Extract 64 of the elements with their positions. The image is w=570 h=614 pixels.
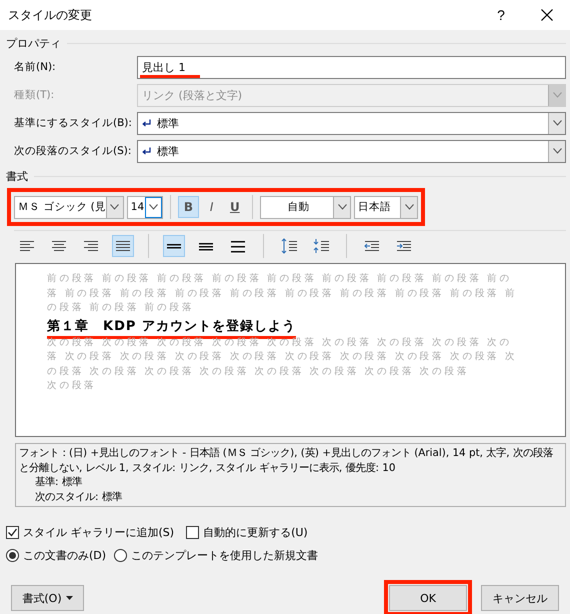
font-dropdown[interactable]: ＭＳ ゴシック (見	[14, 196, 124, 218]
chevron-down-icon	[338, 204, 347, 210]
dropdown-field[interactable]: 標準	[137, 140, 566, 162]
section-label: プロパティ	[6, 36, 61, 51]
ok-button[interactable]: OK	[389, 585, 467, 611]
preview-heading: 第１章 KDP アカウントを登録しよう	[47, 316, 296, 338]
caret-icon	[66, 596, 73, 600]
justify-button[interactable]	[112, 235, 134, 257]
chevron-down-icon	[404, 204, 414, 210]
sample-text: 次の段落	[47, 379, 98, 393]
checkbox-label: スタイル ギャラリーに追加(S)	[23, 524, 174, 540]
language-dropdown[interactable]: 日本語	[354, 196, 418, 218]
size-dropdown[interactable]: 14	[126, 196, 164, 218]
line-spacing-icon	[230, 238, 246, 254]
underline-button[interactable]: U	[224, 196, 245, 218]
check-icon	[7, 526, 18, 538]
sample-text: 落 次の段落 次の段落 次の段落 次の段落 次の段落 次の段落 次の段落 次の段落 次	[47, 350, 518, 364]
align-center-icon	[51, 238, 67, 254]
description-text: フォント：(日) +見出しのフォント - 日本語 (ＭＳ ゴシック), (英) +見出しのフォント (Arial), 14 pt, 太字, 次の段落と分離しない, レベル 1, スタイル: リンク, スタイル ギャラリーに表示, 優先度: 10	[19, 446, 554, 475]
color-dropdown[interactable]: 自動	[260, 196, 352, 218]
bold-button[interactable]: B	[178, 196, 199, 218]
align-left-icon	[19, 238, 35, 254]
sample-text: の段落 次の段落 次の段落 次の段落 次の段落 次の段落 次の段落 次の段落	[47, 364, 470, 378]
field-label: 名前(N):	[13, 60, 57, 74]
paragraph-spacing-icon	[313, 238, 329, 254]
dropdown-field[interactable]: 標準	[137, 112, 566, 134]
chevron-down-icon	[552, 120, 562, 126]
radio-label: この文書のみ(D)	[23, 548, 106, 562]
radio-label: このテンプレートを使用した新規文書	[131, 548, 318, 562]
sample-text: 次の段落 次の段落 次の段落 次の段落 次の段落 次の段落 次の段落 次の段落 次の	[47, 336, 513, 350]
section-label: 書式	[6, 169, 28, 184]
sample-text: 前の段落 前の段落 前の段落 前の段落 前の段落 前の段落 前の段落 前の段落 前の	[47, 272, 513, 286]
help-button[interactable]: ?	[478, 0, 524, 30]
field-label: 次の段落のスタイル(S):	[13, 144, 132, 158]
cancel-button[interactable]: キャンセル	[481, 585, 559, 611]
checkbox[interactable]	[186, 526, 200, 538]
checkbox-label: 自動的に更新する(U)	[203, 524, 308, 540]
close-icon	[541, 9, 553, 21]
description-text: 基準: 標準	[34, 475, 83, 490]
field-label: 基準にするスタイル(B):	[13, 116, 133, 130]
radio-button[interactable]	[6, 548, 19, 562]
window-title: スタイルの変更	[8, 6, 93, 24]
indent-decrease-icon	[364, 238, 380, 254]
chevron-down-icon	[149, 204, 158, 210]
sample-text: の段落 前の段落 前の段落	[47, 301, 196, 315]
checkbox[interactable]	[6, 526, 19, 538]
input-field[interactable]: 見出し 1	[137, 56, 566, 78]
format-menu-button[interactable]: 書式(O)	[11, 585, 84, 611]
chevron-down-icon	[552, 148, 562, 154]
field-label: 種類(T):	[13, 88, 56, 102]
line-spacing-button[interactable]	[163, 235, 185, 257]
chevron-down-icon	[552, 92, 562, 98]
italic-button[interactable]: I	[202, 196, 222, 218]
radio-button[interactable]	[114, 548, 128, 562]
indent-increase-icon	[396, 238, 412, 254]
chevron-down-icon	[110, 204, 120, 210]
align-right-icon	[83, 238, 99, 254]
return-arrow-icon	[142, 119, 151, 127]
dropdown-field: リンク (段落と文字)	[137, 84, 566, 106]
return-arrow-icon	[142, 147, 151, 155]
description-text: 次のスタイル: 標準	[34, 490, 123, 504]
justify-icon	[115, 238, 131, 254]
sample-text: 落 前の段落 前の段落 前の段落 前の段落 前の段落 前の段落 前の段落 前の段落 前	[47, 286, 518, 300]
paragraph-spacing-icon	[281, 238, 297, 254]
